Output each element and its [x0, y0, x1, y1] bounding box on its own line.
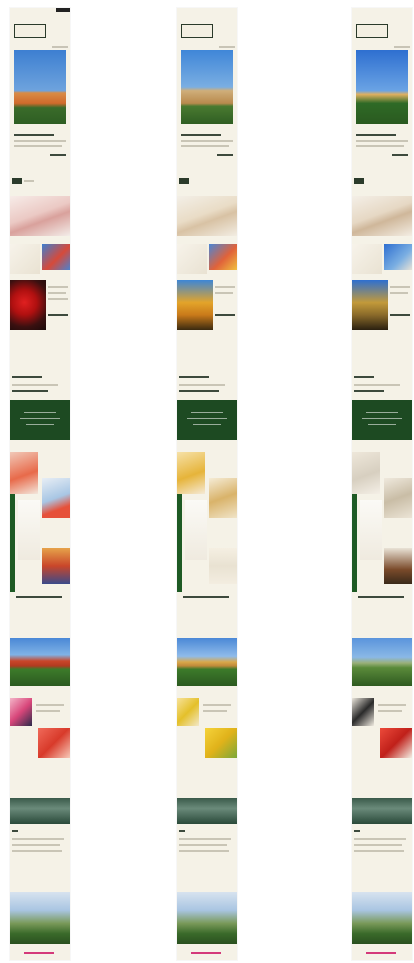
- footer-bar: [10, 944, 70, 960]
- forest-image: [177, 798, 237, 824]
- feature-image[interactable]: [352, 280, 388, 330]
- section-heading: [177, 372, 237, 396]
- collage-image[interactable]: [384, 478, 412, 518]
- collage-caption: [10, 592, 70, 612]
- promo-banner[interactable]: [352, 400, 412, 440]
- footer-logo-mark: [360, 874, 396, 888]
- intro-text: [352, 132, 412, 162]
- footer-logo[interactable]: [352, 868, 412, 894]
- footer-link[interactable]: [24, 952, 54, 954]
- footer-bar: [177, 944, 237, 960]
- footer-text: [177, 828, 237, 862]
- product-image[interactable]: [177, 698, 199, 726]
- product-pair: [10, 698, 70, 758]
- collage-caption: [177, 592, 237, 612]
- forest-image: [352, 798, 412, 824]
- collage-image[interactable]: [18, 500, 40, 560]
- footer-logo[interactable]: [177, 868, 237, 894]
- product-image[interactable]: [352, 196, 412, 236]
- collage-image[interactable]: [384, 548, 412, 584]
- page-preview-3[interactable]: [352, 8, 412, 960]
- landscape-image: [352, 638, 412, 686]
- product-image[interactable]: [38, 728, 70, 758]
- footer-link[interactable]: [366, 952, 396, 954]
- brand-logo[interactable]: [14, 24, 46, 38]
- thumbnail-image[interactable]: [42, 244, 70, 270]
- collage-image[interactable]: [42, 478, 70, 518]
- product-image[interactable]: [10, 196, 70, 236]
- hero-image: [181, 50, 233, 124]
- product-image[interactable]: [205, 728, 237, 758]
- image-collage: [10, 452, 70, 592]
- page-preview-2[interactable]: [177, 8, 237, 960]
- thumbnail-image[interactable]: [352, 244, 382, 274]
- footer-bar: [352, 944, 412, 960]
- footer-link[interactable]: [191, 952, 221, 954]
- section-title: [352, 172, 412, 192]
- collage-image[interactable]: [360, 500, 382, 560]
- thumbnail-row: [352, 244, 412, 274]
- footer-logo[interactable]: [10, 868, 70, 894]
- feature-image[interactable]: [177, 280, 213, 330]
- footer-logo-mark: [18, 874, 54, 888]
- feature-text: [48, 284, 70, 324]
- intro-text: [10, 132, 70, 162]
- section-heading: [352, 372, 412, 396]
- footer-text: [10, 828, 70, 862]
- product-pair: [177, 698, 237, 758]
- image-collage: [177, 452, 237, 592]
- product-image[interactable]: [380, 728, 412, 758]
- footer-landscape: [10, 892, 70, 944]
- thumbnail-image[interactable]: [209, 244, 237, 270]
- site-header: [352, 8, 412, 50]
- promo-banner[interactable]: [177, 400, 237, 440]
- promo-banner[interactable]: [10, 400, 70, 440]
- section-title: [10, 172, 70, 192]
- intro-text: [177, 132, 237, 162]
- brand-logo[interactable]: [356, 24, 388, 38]
- collage-image[interactable]: [352, 452, 380, 494]
- thumbnail-image[interactable]: [177, 244, 207, 274]
- thumbnail-row: [10, 244, 70, 274]
- section-title: [177, 172, 237, 192]
- brand-logo[interactable]: [181, 24, 213, 38]
- product-image[interactable]: [10, 698, 32, 726]
- forest-image: [10, 798, 70, 824]
- footer-text: [352, 828, 412, 862]
- feature-image[interactable]: [10, 280, 46, 330]
- hero-image: [356, 50, 408, 124]
- header-rule: [219, 46, 235, 48]
- feature-text: [215, 284, 237, 324]
- image-collage: [352, 452, 412, 592]
- footer-logo-mark: [185, 874, 221, 888]
- thumbnail-image[interactable]: [10, 244, 40, 274]
- collage-image[interactable]: [177, 452, 205, 494]
- product-image[interactable]: [177, 196, 237, 236]
- header-rule: [52, 46, 68, 48]
- thumbnail-image[interactable]: [384, 244, 412, 270]
- collage-caption: [352, 592, 412, 612]
- landscape-image: [10, 638, 70, 686]
- footer-landscape: [177, 892, 237, 944]
- collage-image[interactable]: [10, 452, 38, 494]
- site-header: [10, 8, 70, 50]
- collage-image[interactable]: [209, 548, 237, 584]
- product-pair: [352, 698, 412, 758]
- feature-text: [390, 284, 412, 324]
- product-image[interactable]: [352, 698, 374, 726]
- site-header: [177, 8, 237, 50]
- collage-image[interactable]: [42, 548, 70, 584]
- landscape-image: [177, 638, 237, 686]
- header-rule: [394, 46, 410, 48]
- footer-landscape: [352, 892, 412, 944]
- collage-image[interactable]: [185, 500, 207, 560]
- thumbnail-row: [177, 244, 237, 274]
- page-preview-1[interactable]: [10, 8, 70, 960]
- page-canvas: [0, 0, 414, 963]
- collage-image[interactable]: [209, 478, 237, 518]
- hero-image: [14, 50, 66, 124]
- section-heading: [10, 372, 70, 396]
- menu-icon[interactable]: [56, 8, 70, 12]
